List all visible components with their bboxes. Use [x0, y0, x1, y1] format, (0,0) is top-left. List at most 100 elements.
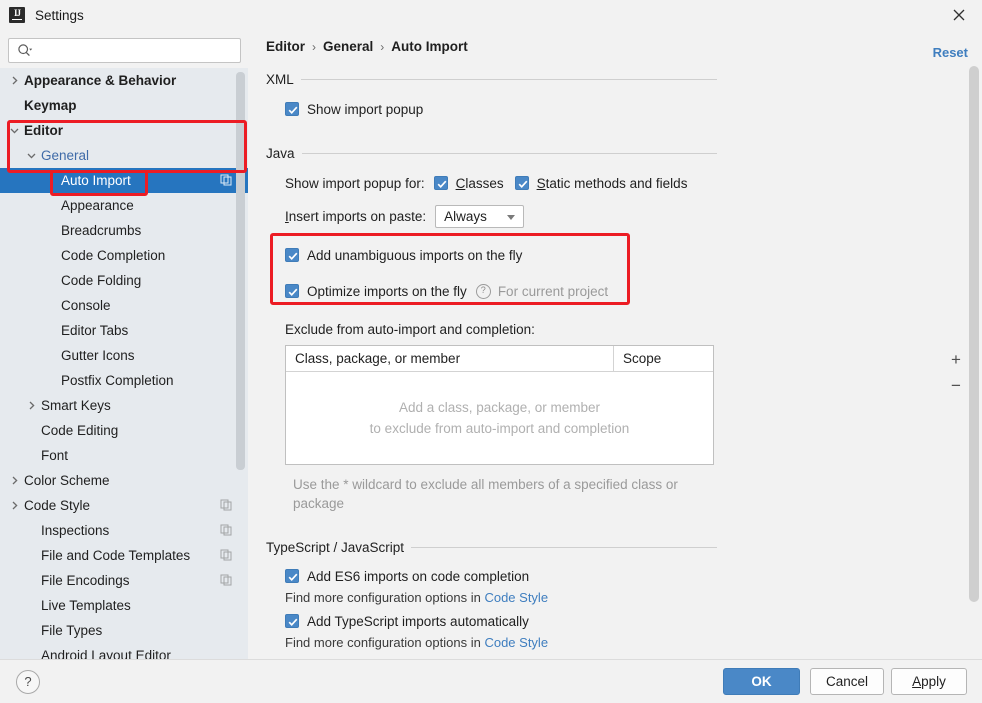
group-title-typescript: TypeScript / JavaScript — [266, 540, 405, 555]
chevron-right-icon: › — [380, 39, 385, 54]
sidebar-item-font[interactable]: Font — [0, 443, 248, 468]
ts-hint-text: Find more configuration options in — [285, 635, 485, 650]
reset-link[interactable]: Reset — [933, 45, 968, 60]
group-title-xml: XML — [266, 72, 294, 87]
help-icon[interactable]: ? — [475, 283, 491, 299]
chevron-right-icon[interactable] — [8, 474, 21, 487]
sidebar-scrollbar-thumb[interactable] — [236, 72, 245, 470]
sidebar-item-file-encodings[interactable]: File Encodings — [0, 568, 248, 593]
table-toolbar: + − — [945, 347, 967, 399]
close-icon[interactable] — [936, 0, 982, 30]
sidebar-item-color-scheme[interactable]: Color Scheme — [0, 468, 248, 493]
label-optimize-imports: Optimize imports on the fly — [307, 283, 467, 299]
label-static-methods-and-fields: Static methods and fields — [536, 175, 688, 191]
add-row-button[interactable]: + — [945, 347, 967, 373]
chevron-down-icon — [507, 214, 516, 220]
es6-config-hint: Find more configuration options in Code … — [285, 590, 968, 605]
checkbox-classes[interactable] — [433, 176, 448, 190]
sidebar-item-gutter-icons[interactable]: Gutter Icons — [0, 343, 248, 368]
sidebar-item-label: Code Style — [24, 498, 91, 513]
sidebar-item-code-editing[interactable]: Code Editing — [0, 418, 248, 443]
title-bar: IJ Settings — [0, 0, 982, 30]
dropdown-insert-imports-on-paste[interactable]: Always — [435, 204, 525, 228]
project-scope-icon — [220, 174, 232, 186]
wildcard-hint: Use the * wildcard to exclude all member… — [293, 477, 678, 511]
sidebar-item-editor[interactable]: Editor — [0, 118, 248, 143]
label-for-current-project: For current project — [497, 283, 609, 299]
code-style-link-ts[interactable]: Code Style — [484, 635, 548, 650]
chevron-right-icon[interactable] — [25, 399, 38, 412]
sidebar-item-smart-keys[interactable]: Smart Keys — [0, 393, 248, 418]
group-header-java: Java — [266, 146, 717, 161]
group-rule — [300, 79, 717, 80]
chevron-right-icon: › — [312, 39, 316, 54]
breadcrumb: Editor › General › Auto Import — [266, 39, 468, 54]
sidebar-item-auto-import[interactable]: Auto Import — [0, 168, 248, 193]
checkbox-row-optimize-imports[interactable]: Optimize imports on the fly ? For curren… — [285, 280, 968, 302]
sidebar-item-appearance[interactable]: Appearance — [0, 193, 248, 218]
chevron-right-icon[interactable] — [8, 499, 21, 512]
checkbox-row-add-es6-imports[interactable]: Add ES6 imports on code completion — [285, 565, 968, 587]
search-input[interactable] — [8, 38, 241, 63]
breadcrumb-item-general[interactable]: General — [323, 39, 373, 54]
checkbox-row-show-import-popup[interactable]: Show import popup — [285, 98, 968, 120]
ok-button[interactable]: OK — [723, 668, 800, 695]
sidebar-item-editor-tabs[interactable]: Editor Tabs — [0, 318, 248, 343]
remove-row-button[interactable]: − — [945, 373, 967, 399]
sidebar-item-keymap[interactable]: Keymap — [0, 93, 248, 118]
chevron-down-icon[interactable] — [8, 124, 21, 137]
sidebar-item-label: Color Scheme — [24, 473, 110, 488]
table-column-class-package-member[interactable]: Class, package, or member — [286, 346, 614, 371]
settings-content-pane: Editor › General › Auto Import Reset XML… — [255, 30, 982, 660]
checkbox-show-import-popup[interactable] — [285, 102, 299, 116]
content-scrollbar-thumb[interactable] — [969, 66, 979, 602]
empty-state-line-1: Add a class, package, or member — [398, 400, 601, 415]
sidebar-item-file-and-code-templates[interactable]: File and Code Templates — [0, 543, 248, 568]
chevron-down-icon[interactable] — [25, 149, 38, 162]
sidebar-item-console[interactable]: Console — [0, 293, 248, 318]
window-title: Settings — [35, 7, 84, 23]
sidebar-item-android-layout-editor[interactable]: Android Layout Editor — [0, 643, 248, 660]
cancel-button[interactable]: Cancel — [810, 668, 884, 695]
project-scope-icon — [220, 524, 232, 536]
label-show-import-popup-for: Show import popup for: — [285, 175, 425, 191]
group-header-xml: XML — [266, 72, 717, 87]
sidebar-item-postfix-completion[interactable]: Postfix Completion — [0, 368, 248, 393]
exclude-table[interactable]: Class, package, or member Scope Add a cl… — [285, 345, 714, 465]
label-add-unambiguous-imports: Add unambiguous imports on the fly — [307, 247, 523, 263]
sidebar-item-code-folding[interactable]: Code Folding — [0, 268, 248, 293]
checkbox-row-add-typescript-imports[interactable]: Add TypeScript imports automatically — [285, 610, 968, 632]
group-rule — [301, 153, 717, 154]
sidebar-item-code-completion[interactable]: Code Completion — [0, 243, 248, 268]
checkbox-static-methods-and-fields[interactable] — [514, 176, 529, 190]
checkbox-add-unambiguous-imports[interactable] — [285, 248, 299, 262]
sidebar-item-general[interactable]: General — [0, 143, 248, 168]
help-button[interactable]: ? — [16, 670, 40, 694]
sidebar-item-code-style[interactable]: Code Style — [0, 493, 248, 518]
sidebar-item-appearance-behavior[interactable]: Appearance & Behavior — [0, 68, 248, 93]
table-column-scope[interactable]: Scope — [614, 346, 713, 371]
sidebar-item-inspections[interactable]: Inspections — [0, 518, 248, 543]
sidebar-item-label: File Types — [41, 623, 103, 638]
checkbox-add-es6-imports[interactable] — [285, 569, 299, 583]
table-header-row: Class, package, or member Scope — [286, 346, 713, 372]
intellij-idea-icon: IJ — [9, 7, 25, 23]
breadcrumb-item-auto-import[interactable]: Auto Import — [391, 39, 468, 54]
checkbox-row-add-unambiguous-imports[interactable]: Add unambiguous imports on the fly — [285, 244, 968, 266]
label-show-import-popup: Show import popup — [307, 101, 424, 117]
breadcrumb-item-editor[interactable]: Editor — [266, 39, 305, 54]
code-style-link-es6[interactable]: Code Style — [484, 590, 548, 605]
checkbox-optimize-imports[interactable] — [285, 284, 299, 298]
sidebar-item-label: Live Templates — [41, 598, 131, 613]
checkbox-add-typescript-imports[interactable] — [285, 614, 299, 628]
settings-tree[interactable]: Appearance & Behavior Keymap Editor General… — [0, 68, 248, 660]
sidebar-item-label: Font — [41, 448, 69, 463]
chevron-right-icon[interactable] — [8, 74, 21, 87]
empty-state-line-2: to exclude from auto-import and completi… — [369, 421, 630, 436]
sidebar-item-live-templates[interactable]: Live Templates — [0, 593, 248, 618]
sidebar-item-breadcrumbs[interactable]: Breadcrumbs — [0, 218, 248, 243]
label-classes: Classes — [455, 175, 504, 191]
apply-button[interactable]: Apply — [891, 668, 967, 695]
sidebar-item-file-types[interactable]: File Types — [0, 618, 248, 643]
search-field-wrapper[interactable] — [8, 38, 241, 63]
